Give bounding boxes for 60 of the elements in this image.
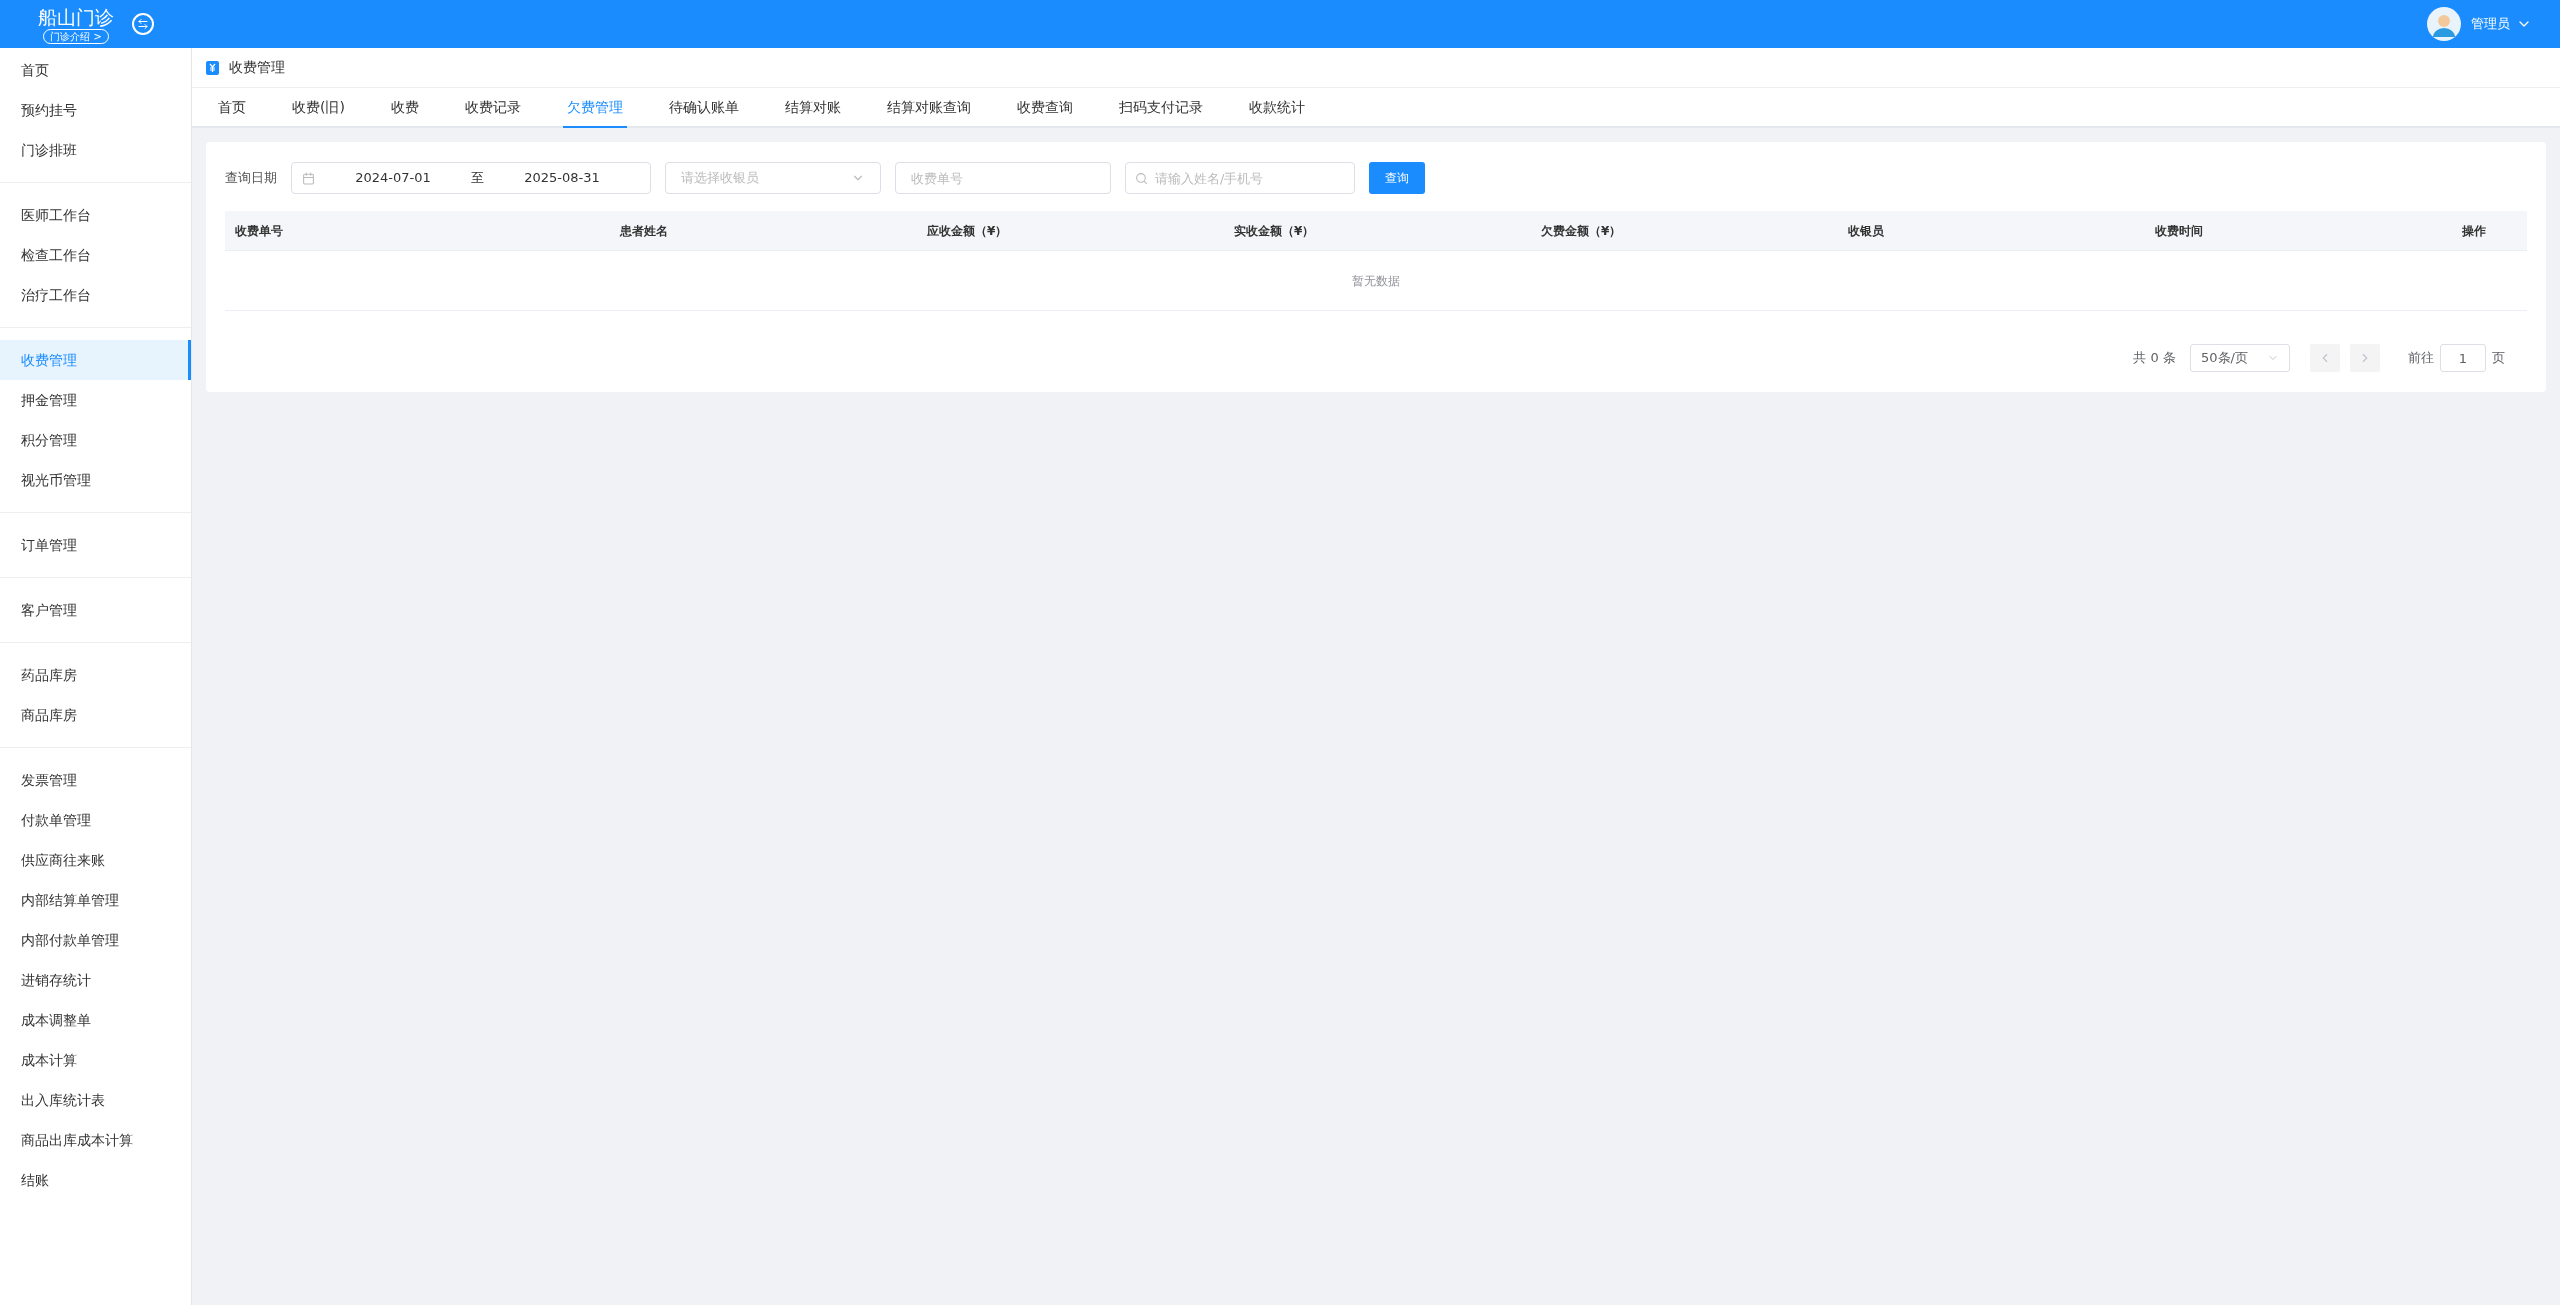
sidebar-item[interactable]: 发票管理	[0, 760, 191, 800]
search-field[interactable]: 请输入姓名/手机号	[1125, 162, 1355, 194]
receipt-icon	[206, 60, 219, 75]
sidebar-item[interactable]: 付款单管理	[0, 800, 191, 840]
column-header: 收银员	[1847, 222, 1885, 240]
sidebar-item[interactable]: 治疗工作台	[0, 275, 191, 315]
switch-icon[interactable]	[132, 13, 154, 35]
column-header: 应收金额（¥）	[926, 222, 1009, 240]
page-suffix: 页	[2492, 349, 2505, 368]
tab[interactable]: 扫码支付记录	[1114, 88, 1207, 128]
column-header: 实收金额（¥）	[1233, 222, 1316, 240]
sidebar-item[interactable]: 检查工作台	[0, 235, 191, 275]
tab[interactable]: 结算对账	[780, 88, 845, 128]
sidebar-item[interactable]: 门诊排班	[0, 130, 191, 170]
sidebar-item[interactable]: 商品库房	[0, 695, 191, 735]
receipt-number-field[interactable]: 收费单号	[895, 162, 1111, 194]
calendar-icon	[302, 171, 315, 185]
sidebar-item[interactable]: 客户管理	[0, 590, 191, 630]
sidebar-item[interactable]: 押金管理	[0, 380, 191, 420]
tab[interactable]: 收费(旧)	[288, 88, 349, 128]
sidebar-item[interactable]: 内部结算单管理	[0, 880, 191, 920]
sidebar-item[interactable]: 医师工作台	[0, 195, 191, 235]
clinic-name: 船山门诊	[38, 4, 114, 29]
sidebar-item[interactable]: 供应商往来账	[0, 840, 191, 880]
goto-label: 前往	[2408, 349, 2434, 368]
date-range-field[interactable]: 2024-07-01 至 2025-08-31	[291, 162, 651, 194]
page-title: 收费管理	[229, 58, 285, 77]
avatar-icon[interactable]	[2427, 7, 2461, 41]
search-icon	[1135, 172, 1148, 185]
sidebar-item[interactable]: 商品出库成本计算	[0, 1120, 191, 1160]
total-count: 共 0 条	[2133, 349, 2176, 368]
sidebar-item[interactable]: 积分管理	[0, 420, 191, 460]
sidebar-item[interactable]: 进销存统计	[0, 960, 191, 1000]
tab[interactable]: 收费	[386, 88, 423, 128]
tab[interactable]: 收费查询	[1012, 88, 1077, 128]
tab[interactable]: 首页	[214, 88, 250, 128]
sidebar-item[interactable]: 出入库统计表	[0, 1080, 191, 1120]
column-header: 操作	[2461, 222, 2487, 240]
sidebar-item[interactable]: 订单管理	[0, 525, 191, 565]
sidebar-item[interactable]: 预约挂号	[0, 90, 191, 130]
sidebar-item[interactable]: 成本计算	[0, 1040, 191, 1080]
tab[interactable]: 收款统计	[1244, 88, 1309, 128]
page-size-select[interactable]: 50条/页	[2190, 344, 2290, 372]
tab[interactable]: 待确认账单	[664, 88, 743, 128]
sidebar-item[interactable]: 结账	[0, 1160, 191, 1200]
sidebar-item[interactable]: 成本调整单	[0, 1000, 191, 1040]
sidebar-item[interactable]: 视光币管理	[0, 460, 191, 500]
page-number-field[interactable]: 1	[2440, 344, 2486, 372]
tab[interactable]: 结算对账查询	[882, 88, 975, 128]
sidebar-item[interactable]: 内部付款单管理	[0, 920, 191, 960]
empty-text: 暂无数据	[1352, 272, 1400, 290]
date-label: 查询日期	[225, 169, 277, 188]
column-header: 收费时间	[2154, 222, 2204, 240]
column-header: 患者姓名	[619, 222, 669, 240]
sidebar-item[interactable]: 首页	[0, 50, 191, 90]
tab[interactable]: 收费记录	[460, 88, 525, 128]
column-header: 欠费金额（¥）	[1540, 222, 1623, 240]
column-header: 收费单号	[234, 222, 284, 240]
tab[interactable]: 欠费管理	[562, 88, 627, 128]
sidebar-item[interactable]: 药品库房	[0, 655, 191, 695]
